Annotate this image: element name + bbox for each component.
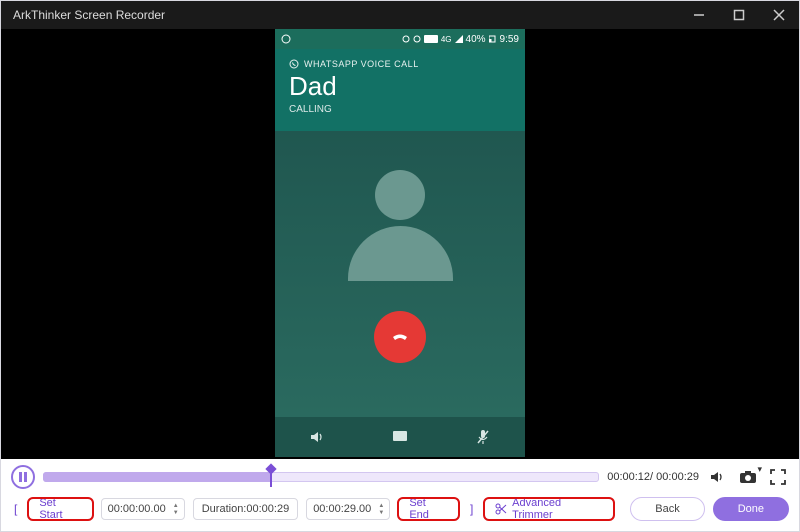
call-action-bar xyxy=(275,417,525,457)
call-status: CALLING xyxy=(289,104,511,115)
avatar-zone xyxy=(275,131,525,417)
titlebar: ArkThinker Screen Recorder xyxy=(1,1,799,29)
phone-hangup-icon xyxy=(387,324,413,350)
phone-statusbar: 4G 40% 9:59 xyxy=(275,29,525,49)
scissors-icon xyxy=(495,503,507,515)
call-type-label: WHATSAPP VOICE CALL xyxy=(304,59,419,69)
whatsapp-icon xyxy=(281,34,291,44)
end-time-stepper[interactable]: ▲▼ xyxy=(375,500,387,518)
nfc-icon xyxy=(424,35,438,43)
advanced-trimmer-label: Advanced Trimmer xyxy=(512,497,603,521)
set-end-button[interactable]: Set End xyxy=(398,498,459,520)
timeline-track[interactable] xyxy=(43,470,599,484)
hangup-button xyxy=(374,311,426,363)
set-end-label: Set End xyxy=(409,497,448,521)
fullscreen-icon xyxy=(770,469,786,485)
call-header: WHATSAPP VOICE CALL Dad CALLING xyxy=(275,49,525,131)
playhead-handle[interactable] xyxy=(266,465,276,489)
camera-icon xyxy=(739,470,757,484)
avatar-placeholder-icon xyxy=(348,170,453,281)
whatsapp-small-icon xyxy=(289,59,299,69)
playback-row: 00:00:12/ 00:00:29 ▾ xyxy=(11,465,789,489)
phone-screen: 4G 40% 9:59 WHATSAPP VOICE CALL Dad CALL… xyxy=(275,29,525,457)
play-pause-button[interactable] xyxy=(11,465,35,489)
close-button[interactable] xyxy=(759,1,799,29)
volume-button[interactable] xyxy=(707,466,729,488)
set-start-label: Set Start xyxy=(39,497,81,521)
camera-dropdown-icon: ▾ xyxy=(757,464,762,475)
fullscreen-button[interactable] xyxy=(767,466,789,488)
snapshot-button[interactable]: ▾ xyxy=(737,466,759,488)
done-button[interactable]: Done xyxy=(713,497,789,521)
alarm-icon xyxy=(413,35,421,43)
duration-field: Duration:00:00:29 xyxy=(193,498,298,520)
chat-button xyxy=(358,417,441,457)
preview-area: 4G 40% 9:59 WHATSAPP VOICE CALL Dad CALL… xyxy=(1,29,799,459)
controls-panel: 00:00:12/ 00:00:29 ▾ [ Set Start 00:00:0… xyxy=(1,459,799,531)
total-time: 00:00:29 xyxy=(656,471,699,483)
app-window: ArkThinker Screen Recorder 4G 40% xyxy=(0,0,800,532)
start-time-stepper[interactable]: ▲▼ xyxy=(170,500,182,518)
close-icon xyxy=(773,9,785,21)
end-bracket-icon: ] xyxy=(467,500,476,518)
advanced-trimmer-button[interactable]: Advanced Trimmer xyxy=(484,498,614,520)
done-label: Done xyxy=(738,503,764,515)
signal-icon xyxy=(455,35,463,43)
start-time-field[interactable]: 00:00:00.00 ▲▼ xyxy=(101,498,185,520)
minimize-button[interactable] xyxy=(679,1,719,29)
battery-percent: 40% xyxy=(466,34,486,45)
trim-row: [ Set Start 00:00:00.00 ▲▼ Duration:00:0… xyxy=(11,497,789,521)
network-indicator: 4G xyxy=(441,35,452,44)
start-bracket-icon: [ xyxy=(11,500,20,518)
mic-mute-icon xyxy=(475,428,491,446)
speaker-icon xyxy=(308,428,326,446)
current-time: 00:00:12 xyxy=(607,471,650,483)
window-title: ArkThinker Screen Recorder xyxy=(13,8,165,22)
end-time-field[interactable]: 00:00:29.00 ▲▼ xyxy=(306,498,390,520)
battery-icon xyxy=(489,35,497,43)
end-time-value: 00:00:29.00 xyxy=(313,503,371,515)
time-display: 00:00:12/ 00:00:29 xyxy=(607,471,699,483)
clock-time: 9:59 xyxy=(500,34,519,45)
back-label: Back xyxy=(655,503,679,515)
sync-icon xyxy=(402,35,410,43)
maximize-icon xyxy=(733,9,745,21)
minimize-icon xyxy=(693,9,705,21)
speaker-button xyxy=(275,417,358,457)
volume-icon xyxy=(709,469,727,485)
micmute-button xyxy=(442,417,525,457)
maximize-button[interactable] xyxy=(719,1,759,29)
chat-icon xyxy=(392,430,408,444)
set-start-button[interactable]: Set Start xyxy=(28,498,92,520)
pause-icon xyxy=(18,472,28,482)
caller-name: Dad xyxy=(289,71,511,102)
duration-value: Duration:00:00:29 xyxy=(202,503,289,515)
back-button[interactable]: Back xyxy=(630,497,704,521)
start-time-value: 00:00:00.00 xyxy=(108,503,166,515)
